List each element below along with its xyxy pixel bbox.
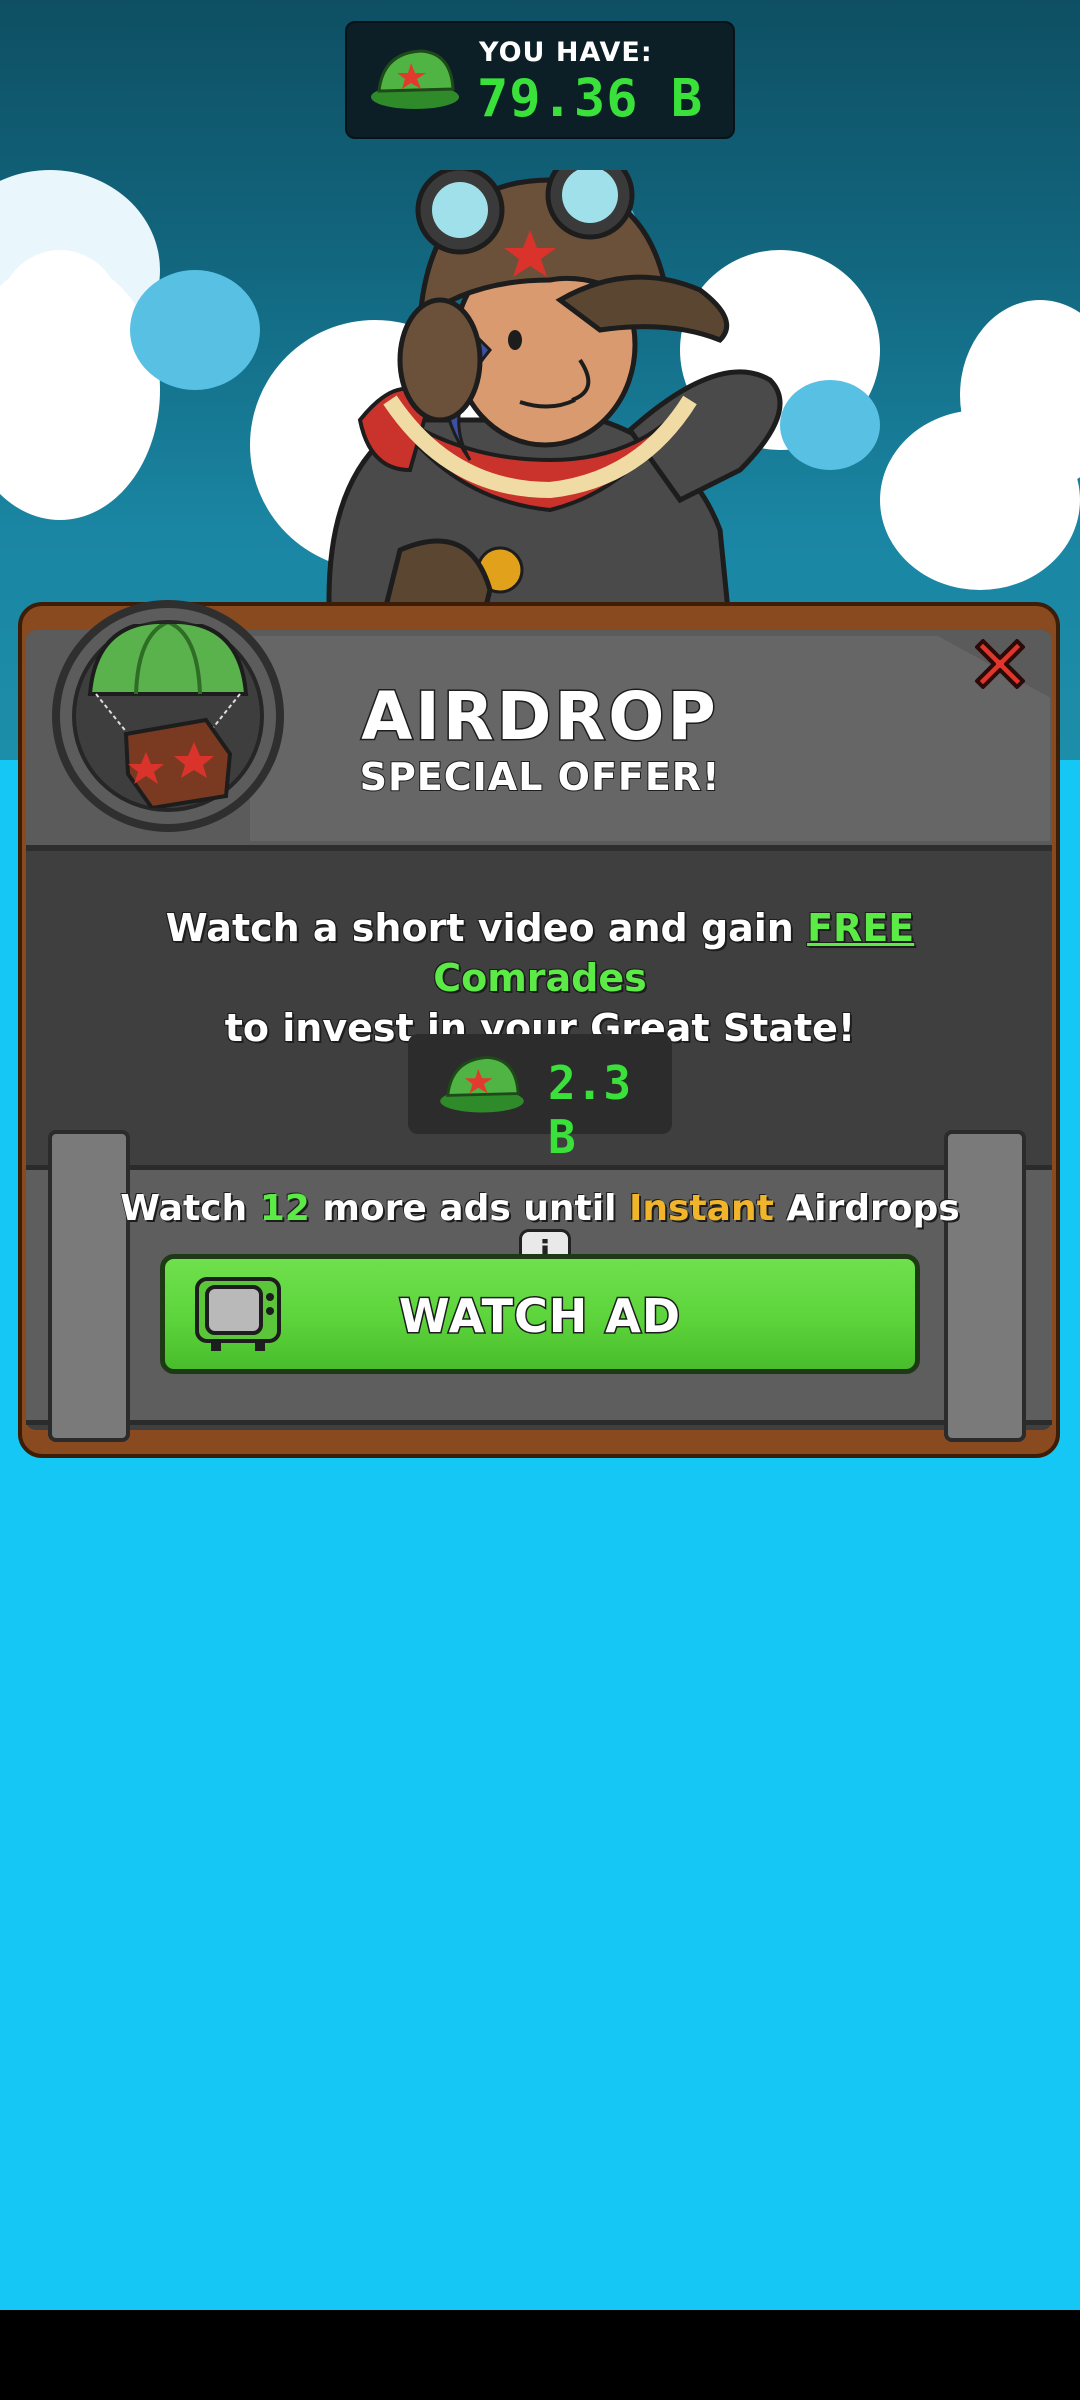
close-button[interactable] bbox=[962, 628, 1038, 700]
offer-description: Watch a short video and gain FREE Comrad… bbox=[60, 903, 1020, 1053]
desc-text: Watch a short video and gain bbox=[165, 906, 808, 950]
reward-amount: 2.3 B bbox=[548, 1056, 632, 1164]
desc-comrades: Comrades bbox=[433, 956, 647, 1000]
watch-ad-label: WATCH AD bbox=[397, 1288, 682, 1345]
offer-badge-inner bbox=[72, 619, 264, 812]
ads-middle: more ads until bbox=[309, 1188, 629, 1229]
desc-free: FREE bbox=[807, 906, 915, 950]
wallet-label: YOU HAVE: bbox=[479, 37, 653, 68]
reward-display: 2.3 B bbox=[408, 1034, 672, 1164]
parachute-crate-icon bbox=[87, 619, 249, 811]
cap-icon bbox=[371, 49, 459, 109]
ads-count: 12 bbox=[259, 1188, 310, 1229]
pilot-character bbox=[326, 170, 783, 630]
ads-instant: Instant bbox=[628, 1188, 774, 1229]
close-icon bbox=[975, 639, 1025, 689]
cloud bbox=[0, 250, 120, 370]
currency-display: YOU HAVE: 79.36 B bbox=[345, 21, 735, 139]
ads-prefix: Watch bbox=[120, 1188, 260, 1229]
watch-ad-button[interactable]: WATCH AD bbox=[160, 1254, 920, 1374]
offer-subtitle: SPECIAL OFFER! bbox=[359, 754, 721, 800]
wallet-value: 79.36 B bbox=[477, 69, 704, 129]
ads-suffix: Airdrops bbox=[773, 1188, 960, 1229]
panel-post-right bbox=[944, 1130, 1026, 1442]
cap-icon bbox=[440, 1055, 524, 1113]
offer-title: AIRDROP bbox=[360, 677, 719, 757]
cloud bbox=[130, 270, 260, 390]
desc-line-1: Watch a short video and gain FREE Comrad… bbox=[60, 903, 1020, 1003]
panel-post-left bbox=[48, 1130, 130, 1442]
system-nav-bar bbox=[0, 2310, 1080, 2400]
